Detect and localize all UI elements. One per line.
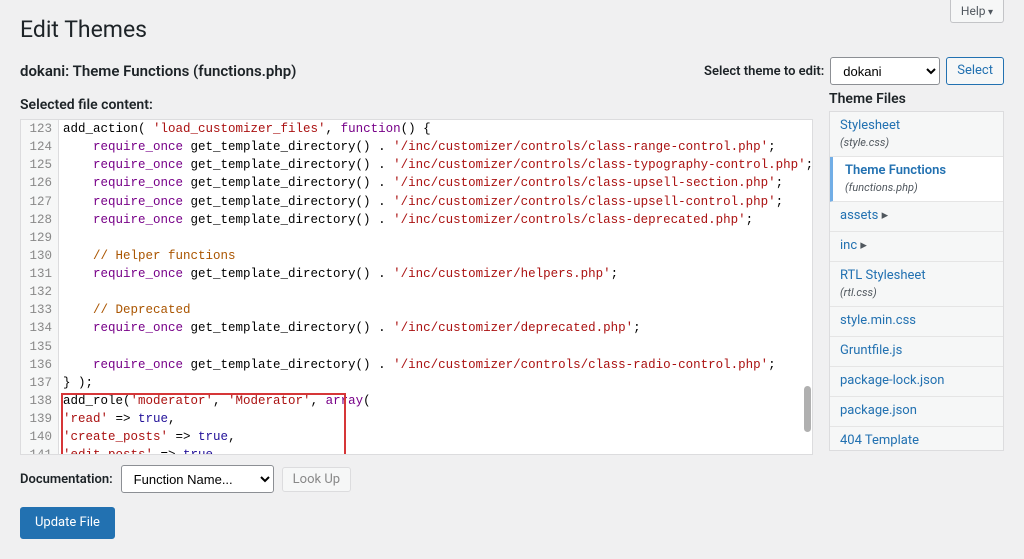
code-line: 141'edit_posts' => true,: [21, 446, 812, 455]
documentation-label: Documentation:: [20, 472, 113, 487]
help-tab[interactable]: Help: [950, 0, 1004, 23]
code-line: 127 require_once get_template_directory(…: [21, 193, 812, 211]
update-file-button[interactable]: Update File: [20, 507, 115, 539]
code-line: 135: [21, 338, 812, 356]
lookup-button[interactable]: Look Up: [282, 467, 351, 492]
theme-file-list: Stylesheet(style.css)Theme Functions(fun…: [829, 111, 1004, 451]
theme-file-item[interactable]: RTL Stylesheet(rtl.css): [830, 262, 1003, 307]
theme-file-sub: (style.css): [840, 136, 993, 150]
theme-file-sub: (rtl.css): [840, 286, 993, 300]
theme-file-sub: (functions.php): [845, 181, 994, 195]
code-line: 131 require_once get_template_directory(…: [21, 265, 812, 283]
code-line: 128 require_once get_template_directory(…: [21, 211, 812, 229]
code-line: 126 require_once get_template_directory(…: [21, 174, 812, 192]
theme-file-item[interactable]: style.min.css: [830, 307, 1003, 337]
theme-file-item[interactable]: Theme Functions(functions.php): [829, 157, 1004, 202]
code-line: 137} );: [21, 374, 812, 392]
theme-file-item[interactable]: assets: [830, 202, 1003, 232]
theme-file-item[interactable]: Stylesheet(style.css): [830, 112, 1003, 157]
code-line: 123add_action( 'load_customizer_files', …: [21, 120, 812, 138]
code-line: 124 require_once get_template_directory(…: [21, 138, 812, 156]
theme-file-item[interactable]: package.json: [830, 397, 1003, 427]
theme-select[interactable]: dokani: [830, 57, 940, 85]
code-editor[interactable]: 123add_action( 'load_customizer_files', …: [20, 119, 813, 455]
scrollbar-thumb[interactable]: [804, 386, 811, 432]
file-heading: dokani: Theme Functions (functions.php): [20, 62, 296, 80]
select-button[interactable]: Select: [946, 57, 1004, 85]
code-line: 139'read' => true,: [21, 410, 812, 428]
code-line: 132: [21, 283, 812, 301]
code-line: 138add_role('moderator', 'Moderator', ar…: [21, 392, 812, 410]
code-line: 136 require_once get_template_directory(…: [21, 356, 812, 374]
code-line: 130 // Helper functions: [21, 247, 812, 265]
theme-file-item[interactable]: Gruntfile.js: [830, 337, 1003, 367]
theme-file-item[interactable]: package-lock.json: [830, 367, 1003, 397]
code-line: 134 require_once get_template_directory(…: [21, 319, 812, 337]
theme-file-item[interactable]: 404 Template(404.php): [830, 427, 1003, 451]
page-title: Edit Themes: [20, 10, 1004, 43]
code-line: 140'create_posts' => true,: [21, 428, 812, 446]
theme-files-heading: Theme Files: [829, 91, 1004, 107]
code-line: 129: [21, 229, 812, 247]
selected-file-label: Selected file content:: [20, 97, 813, 113]
select-theme-label: Select theme to edit:: [704, 64, 824, 79]
documentation-select[interactable]: Function Name...: [121, 465, 274, 493]
theme-file-item[interactable]: inc: [830, 232, 1003, 262]
code-line: 125 require_once get_template_directory(…: [21, 156, 812, 174]
code-line: 133 // Deprecated: [21, 301, 812, 319]
